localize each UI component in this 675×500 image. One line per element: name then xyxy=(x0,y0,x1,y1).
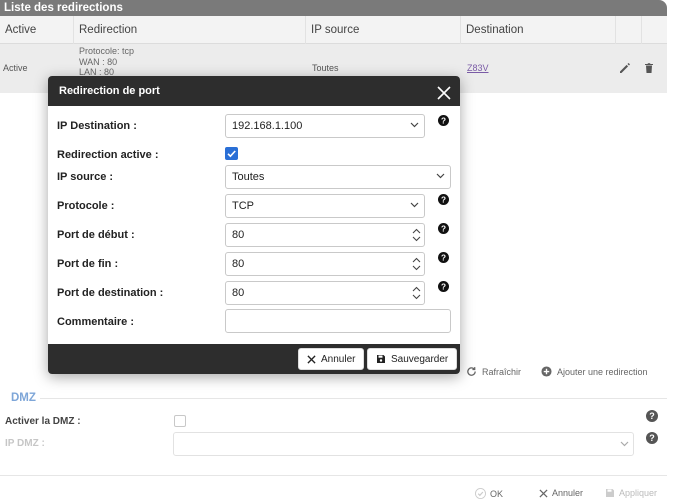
cancel-label: Annuler xyxy=(552,488,584,498)
comment-field[interactable] xyxy=(225,309,451,333)
port-end-label: Port de fin : xyxy=(57,258,119,270)
port-forward-modal: Redirection de port IP Destination : 192… xyxy=(48,76,460,374)
column-header-ip-source: IP source xyxy=(306,16,461,44)
ok-label: OK xyxy=(490,488,504,499)
dmz-ip-label: IP DMZ : xyxy=(5,438,45,449)
redirection-active-label: Redirection active : xyxy=(57,149,159,161)
chevron-down-icon xyxy=(410,122,419,128)
protocol-select[interactable]: TCP xyxy=(225,194,425,218)
footer-divider xyxy=(0,475,667,476)
modal-save-label: Sauvegarder xyxy=(391,353,449,365)
modal-title: Redirection de port xyxy=(59,85,160,97)
svg-text:?: ? xyxy=(649,433,655,443)
add-redirection-button[interactable]: Ajouter une redirection xyxy=(541,366,648,377)
close-icon xyxy=(307,354,316,364)
close-icon xyxy=(539,488,548,498)
row-active: Active xyxy=(3,63,28,73)
save-disk-icon xyxy=(606,489,614,497)
refresh-label: Rafraîchir xyxy=(482,366,522,377)
check-circle-icon xyxy=(475,488,486,499)
spinner-arrows-icon[interactable] xyxy=(412,227,421,243)
add-redirection-label: Ajouter une redirection xyxy=(557,366,648,377)
ok-button[interactable]: OK xyxy=(475,488,503,499)
ip-destination-label: IP Destination : xyxy=(57,120,137,132)
dmz-section-title: DMZ xyxy=(11,392,36,404)
edit-pencil-icon[interactable] xyxy=(619,62,631,74)
ip-source-select[interactable]: Toutes xyxy=(225,165,451,189)
dmz-ip-select[interactable] xyxy=(173,432,634,456)
refresh-button[interactable]: Rafraîchir xyxy=(466,366,521,377)
dmz-enable-help-icon[interactable]: ? xyxy=(646,410,658,422)
cancel-button[interactable]: Annuler xyxy=(539,488,583,498)
port-end-input[interactable]: 80 xyxy=(225,252,425,276)
chevron-down-icon xyxy=(436,173,445,179)
refresh-icon xyxy=(467,367,476,376)
dmz-enable-checkbox[interactable] xyxy=(174,415,186,427)
checkmark-icon xyxy=(227,150,236,158)
comment-label: Commentaire : xyxy=(57,316,135,328)
row-redirection: Protocole: tcp WAN : 80 LAN : 80 xyxy=(79,46,135,77)
port-destination-help-icon[interactable]: ? xyxy=(438,281,449,295)
modal-cancel-button[interactable]: Annuler xyxy=(298,348,365,370)
ip-destination-help-icon[interactable]: ? xyxy=(438,115,449,129)
column-header-active: Active xyxy=(0,16,74,44)
svg-text:?: ? xyxy=(441,282,446,291)
table-header: Active Redirection IP source Destination xyxy=(0,16,667,44)
row-destination-link[interactable]: Z83V xyxy=(467,63,489,73)
modal-footer: Annuler Sauvegarder xyxy=(48,344,460,374)
chevron-down-icon xyxy=(620,441,629,447)
redirection-active-checkbox[interactable] xyxy=(225,147,238,160)
protocol-help-icon[interactable]: ? xyxy=(438,194,449,208)
chevron-down-icon xyxy=(410,202,419,208)
port-start-label: Port de début : xyxy=(57,229,135,241)
delete-trash-icon[interactable] xyxy=(643,62,655,74)
apply-label: Appliquer xyxy=(619,488,658,498)
spinner-arrows-icon[interactable] xyxy=(412,256,421,272)
protocol-label: Protocole : xyxy=(57,200,115,212)
dmz-divider xyxy=(40,398,667,399)
svg-text:?: ? xyxy=(441,253,446,262)
modal-save-button[interactable]: Sauvegarder xyxy=(367,348,458,370)
port-destination-label: Port de destination : xyxy=(57,287,164,299)
column-header-edit xyxy=(616,16,642,44)
svg-text:?: ? xyxy=(441,224,446,233)
apply-button[interactable]: Appliquer xyxy=(605,488,657,498)
svg-text:?: ? xyxy=(441,195,446,204)
column-header-redirection: Redirection xyxy=(74,16,306,44)
close-icon[interactable] xyxy=(436,83,452,100)
ip-source-label: IP source : xyxy=(57,171,114,183)
ip-destination-select[interactable]: 192.168.1.100 xyxy=(225,114,425,138)
comment-input[interactable] xyxy=(232,315,392,327)
port-start-help-icon[interactable]: ? xyxy=(438,223,449,237)
spinner-arrows-icon[interactable] xyxy=(412,285,421,301)
svg-text:?: ? xyxy=(649,411,655,421)
port-end-help-icon[interactable]: ? xyxy=(438,252,449,266)
plus-circle-icon xyxy=(541,366,552,377)
svg-text:?: ? xyxy=(441,116,446,125)
modal-header: Redirection de port xyxy=(48,76,460,106)
dmz-enable-label: Activer la DMZ : xyxy=(5,416,81,427)
row-ip-source: Toutes xyxy=(312,63,339,73)
column-header-destination: Destination xyxy=(461,16,616,44)
list-title: Liste des redirections xyxy=(0,0,667,16)
port-destination-input[interactable]: 80 xyxy=(225,281,425,305)
port-start-input[interactable]: 80 xyxy=(225,223,425,247)
dmz-ip-help-icon[interactable]: ? xyxy=(646,432,658,444)
save-disk-icon xyxy=(377,355,385,363)
modal-cancel-label: Annuler xyxy=(321,353,356,365)
